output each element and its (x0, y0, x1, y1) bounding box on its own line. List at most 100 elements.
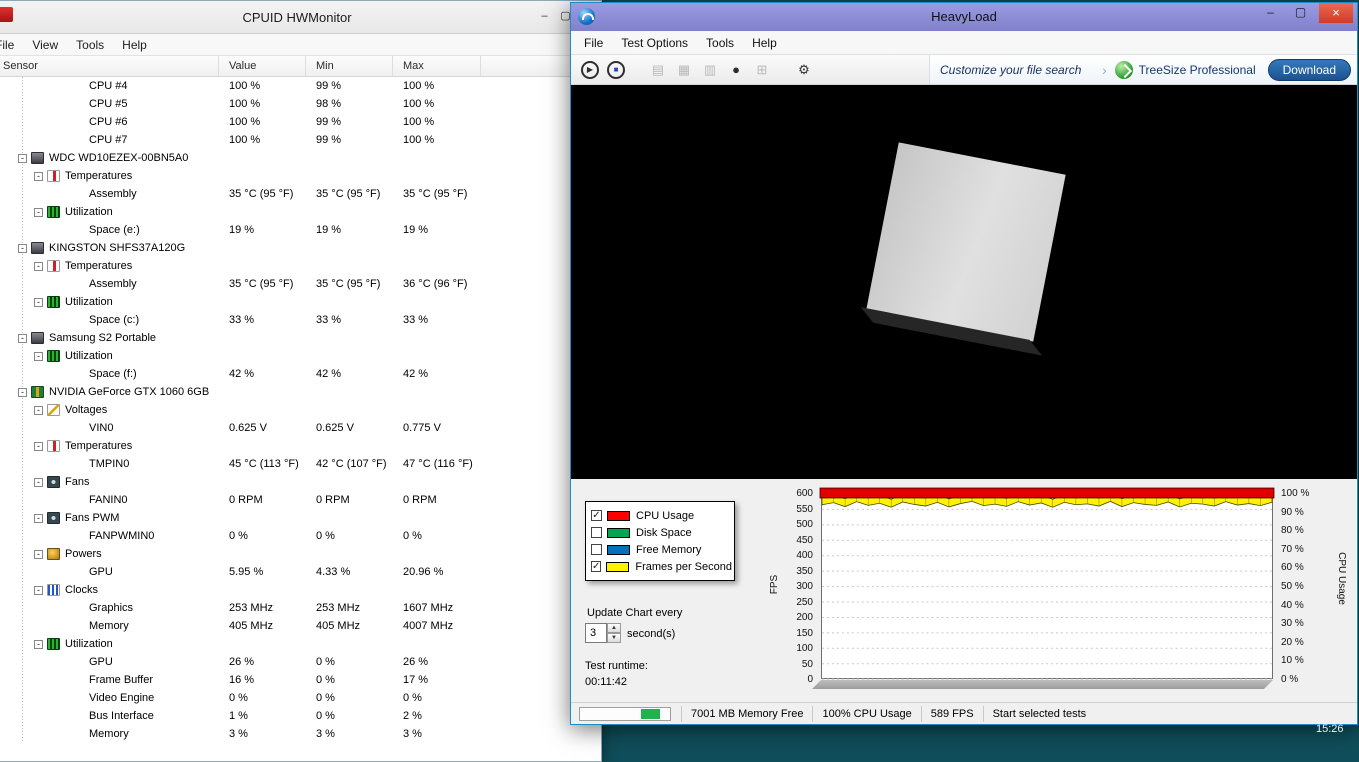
hw-column-min[interactable]: Min (306, 56, 393, 76)
row-label-cell: -Fans (0, 476, 219, 488)
sensor-row[interactable]: VIN00.625 V0.625 V0.775 V (0, 419, 601, 437)
category-row[interactable]: -Fans (0, 473, 601, 491)
category-row[interactable]: -Utilization (0, 203, 601, 221)
sensor-row[interactable]: Assembly35 °C (95 °F)35 °C (95 °F)35 °C … (0, 185, 601, 203)
hl-menu-help[interactable]: Help (743, 36, 786, 50)
memory-test-icon[interactable]: ▥ (697, 58, 723, 82)
expand-toggle-icon[interactable]: - (18, 154, 27, 163)
heavyload-minimize-icon[interactable]: – (1256, 3, 1285, 23)
expand-toggle-icon[interactable]: - (34, 550, 43, 559)
expand-toggle-icon[interactable]: - (34, 208, 43, 217)
category-row[interactable]: -Temperatures (0, 437, 601, 455)
settings-icon[interactable]: ⚙ (791, 58, 817, 82)
category-row[interactable]: -Temperatures (0, 257, 601, 275)
stop-test-icon[interactable]: ■ (603, 58, 629, 82)
sensor-row[interactable]: FANIN00 RPM0 RPM0 RPM (0, 491, 601, 509)
expand-toggle-icon[interactable]: - (34, 586, 43, 595)
sensor-row[interactable]: Space (f:)42 %42 %42 % (0, 365, 601, 383)
expand-toggle-icon[interactable]: - (18, 388, 27, 397)
category-row[interactable]: -Utilization (0, 635, 601, 653)
combined-test-icon[interactable]: ● (723, 58, 749, 82)
hw-menu-tools[interactable]: Tools (67, 38, 113, 52)
checkbox-free-memory[interactable] (591, 544, 602, 555)
hw-menu-view[interactable]: View (23, 38, 67, 52)
expand-toggle-icon[interactable]: - (34, 172, 43, 181)
sensor-row[interactable]: GPU5.95 %4.33 %20.96 % (0, 563, 601, 581)
frames-test-icon[interactable]: ⊞ (749, 58, 775, 82)
hwmonitor-titlebar[interactable]: CPUID HWMonitor – ▢ (0, 1, 601, 34)
sensor-row[interactable]: CPU #5100 %98 %100 % (0, 95, 601, 113)
cell-min: 35 °C (95 °F) (306, 278, 393, 290)
hw-column-sensor[interactable]: Sensor (0, 56, 219, 76)
category-row[interactable]: -Fans PWM (0, 509, 601, 527)
sensor-row[interactable]: Space (e:)19 %19 %19 % (0, 221, 601, 239)
fanpwm-icon (47, 512, 60, 524)
sensor-row[interactable]: Memory405 MHz405 MHz4007 MHz (0, 617, 601, 635)
sensor-row[interactable]: TMPIN045 °C (113 °F)42 °C (107 °F)47 °C … (0, 455, 601, 473)
sensor-name: CPU #6 (89, 116, 128, 128)
update-interval-input[interactable]: 3 (585, 623, 607, 643)
expand-toggle-icon[interactable]: - (18, 334, 27, 343)
download-button[interactable]: Download (1268, 59, 1351, 81)
device-row[interactable]: -Samsung S2 Portable (0, 329, 601, 347)
category-row[interactable]: -Utilization (0, 347, 601, 365)
expand-toggle-icon[interactable]: - (34, 442, 43, 451)
hw-column-value[interactable]: Value (219, 56, 306, 76)
heavyload-close-icon[interactable]: × (1319, 3, 1353, 23)
expand-toggle-icon[interactable]: - (34, 352, 43, 361)
disk-test-icon[interactable]: ▦ (671, 58, 697, 82)
checkbox-cpu-usage[interactable]: ✓ (591, 510, 602, 521)
hw-menu-file[interactable]: File (0, 38, 23, 52)
sensor-row[interactable]: FANPWMIN00 %0 %0 % (0, 527, 601, 545)
sensor-row[interactable]: Graphics253 MHz253 MHz1607 MHz (0, 599, 601, 617)
expand-toggle-icon[interactable]: - (18, 244, 27, 253)
hw-column-max[interactable]: Max (393, 56, 481, 76)
hw-menu-help[interactable]: Help (113, 38, 156, 52)
heavyload-titlebar[interactable]: HeavyLoad – ▢ × (571, 3, 1357, 31)
expand-toggle-icon[interactable]: - (34, 262, 43, 271)
spin-down-icon[interactable]: ▼ (607, 633, 621, 643)
cell-value: 100 % (219, 98, 306, 110)
category-row[interactable]: -Powers (0, 545, 601, 563)
util-icon (47, 350, 60, 362)
sensor-row[interactable]: CPU #7100 %99 %100 % (0, 131, 601, 149)
sensor-row[interactable]: Memory3 %3 %3 % (0, 725, 601, 743)
sensor-row[interactable]: CPU #6100 %99 %100 % (0, 113, 601, 131)
expand-toggle-icon[interactable]: - (34, 298, 43, 307)
heavyload-maximize-icon[interactable]: ▢ (1286, 3, 1315, 23)
hl-menu-test-options[interactable]: Test Options (612, 36, 697, 50)
sensor-row[interactable]: Frame Buffer16 %0 %17 % (0, 671, 601, 689)
hl-menu-file[interactable]: File (575, 36, 612, 50)
cpu-test-icon[interactable]: ▤ (645, 58, 671, 82)
performance-chart: FPS 600550500450400350300250200150100500… (769, 487, 1335, 695)
sensor-row[interactable]: Video Engine0 %0 %0 % (0, 689, 601, 707)
device-row[interactable]: -NVIDIA GeForce GTX 1060 6GB (0, 383, 601, 401)
sensor-row[interactable]: GPU26 %0 %26 % (0, 653, 601, 671)
category-row[interactable]: -Temperatures (0, 167, 601, 185)
sensor-row[interactable]: Assembly35 °C (95 °F)35 °C (95 °F)36 °C … (0, 275, 601, 293)
cell-min: 99 % (306, 80, 393, 92)
checkbox-frames-per-second[interactable]: ✓ (591, 561, 601, 572)
expand-toggle-icon[interactable]: - (34, 478, 43, 487)
sensor-name: Utilization (65, 296, 113, 308)
expand-toggle-icon[interactable]: - (34, 640, 43, 649)
start-test-icon[interactable]: ▶ (577, 58, 603, 82)
hl-menu-tools[interactable]: Tools (697, 36, 743, 50)
sensor-name: Memory (89, 728, 129, 740)
sensor-row[interactable]: CPU #4100 %99 %100 % (0, 77, 601, 95)
expand-toggle-icon[interactable]: - (34, 514, 43, 523)
device-row[interactable]: -WDC WD10EZEX-00BN5A0 (0, 149, 601, 167)
category-row[interactable]: -Voltages (0, 401, 601, 419)
update-interval-spinner: 3 ▲ ▼ (585, 623, 621, 643)
spin-up-icon[interactable]: ▲ (607, 623, 621, 633)
category-row[interactable]: - Utilization (0, 293, 601, 311)
treesize-search-link[interactable]: Customize your file search (940, 63, 1100, 77)
hwmonitor-minimize-icon[interactable]: – (534, 6, 555, 27)
checkbox-disk-space[interactable] (591, 527, 602, 538)
sensor-row[interactable]: Space (c:)33 %33 %33 % (0, 311, 601, 329)
expand-toggle-icon[interactable]: - (34, 406, 43, 415)
sensor-row[interactable]: Bus Interface1 %0 %2 % (0, 707, 601, 725)
row-label-cell: -Utilization (0, 350, 219, 362)
category-row[interactable]: -Clocks (0, 581, 601, 599)
device-row[interactable]: -KINGSTON SHFS37A120G (0, 239, 601, 257)
